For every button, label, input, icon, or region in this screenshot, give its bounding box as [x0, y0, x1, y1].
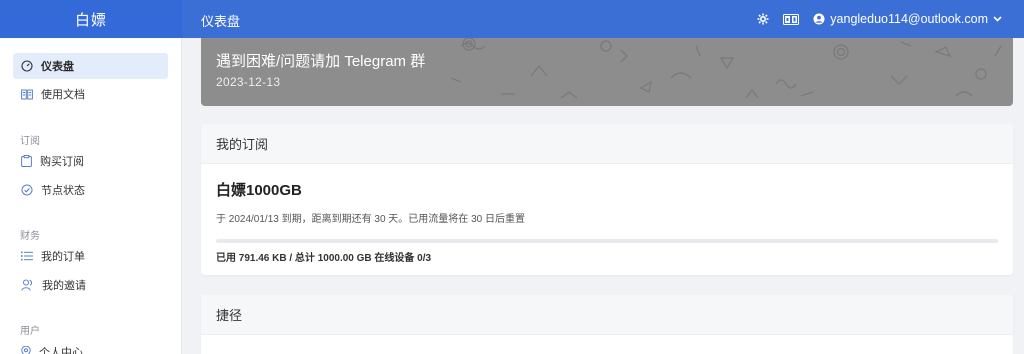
section-user: 用户	[20, 326, 40, 337]
banner-pattern	[450, 38, 1002, 99]
user-email: yangleduo114@outlook.com	[830, 12, 988, 26]
usage-progress-bar	[216, 239, 998, 243]
shortcuts-card-header: 捷径	[201, 295, 1013, 335]
sidebar-item-orders[interactable]: 我的订单	[13, 243, 168, 269]
sidebar-item-buy[interactable]: 购买订阅	[13, 148, 168, 174]
clipboard-icon	[21, 155, 32, 167]
gauge-icon	[21, 60, 33, 72]
sidebar: 仪表盘 使用文档 订阅 购买订阅 节点状态 财务 我的订单 我的邀请 用户 个人…	[0, 38, 182, 354]
banner-title: 遇到困难/问题请加 Telegram 群	[216, 53, 426, 70]
top-actions: yangleduo114@outlook.com	[757, 0, 1002, 38]
brand-logo[interactable]: 白嫖	[0, 0, 182, 38]
sidebar-item-node-status[interactable]: 节点状态	[13, 177, 168, 203]
sidebar-item-label: 节点状态	[41, 185, 85, 197]
sidebar-item-dashboard[interactable]: 仪表盘	[13, 53, 168, 79]
announcement-banner[interactable]: 遇到困难/问题请加 Telegram 群 2023-12-13	[201, 38, 1013, 106]
top-bar: 白嫖 仪表盘 yangleduo114@outlook.com	[0, 0, 1024, 38]
sidebar-item-invites[interactable]: 我的邀请	[13, 272, 168, 298]
check-circle-icon	[21, 184, 33, 196]
subscription-card: 我的订阅 白嫖1000GB 于 2024/01/13 到期，距离到期还有 30 …	[201, 124, 1013, 275]
sidebar-item-label: 我的订单	[41, 251, 85, 263]
sidebar-item-label: 个人中心	[39, 347, 83, 354]
book-icon	[21, 89, 33, 99]
plan-name: 白嫖1000GB	[216, 182, 302, 199]
banner-date: 2023-12-13	[216, 75, 281, 89]
usage-text: 已用 791.46 KB / 总计 1000.00 GB 在线设备 0/3	[216, 253, 432, 264]
section-subscribe: 订阅	[20, 136, 40, 147]
plan-description: 于 2024/01/13 到期，距离到期还有 30 天。已用流量将在 30 日后…	[216, 214, 525, 225]
pin-icon	[21, 346, 31, 354]
shortcuts-card: 捷径	[201, 295, 1013, 354]
sidebar-item-label: 使用文档	[41, 89, 85, 101]
sidebar-item-label: 购买订阅	[40, 156, 84, 168]
sidebar-item-label: 仪表盘	[41, 61, 74, 73]
translate-icon[interactable]	[783, 13, 800, 25]
page-title: 仪表盘	[201, 14, 241, 29]
user-menu[interactable]: yangleduo114@outlook.com	[813, 12, 1002, 26]
section-finance: 财务	[20, 231, 40, 242]
chevron-down-icon	[993, 16, 1002, 22]
sidebar-item-docs[interactable]: 使用文档	[13, 81, 168, 107]
user-icon	[813, 13, 825, 25]
people-icon	[21, 279, 33, 291]
sidebar-item-profile[interactable]: 个人中心	[13, 339, 168, 354]
list-icon	[21, 251, 33, 261]
subscription-card-header: 我的订阅	[201, 124, 1013, 164]
gear-icon[interactable]	[757, 13, 769, 25]
sidebar-item-label: 我的邀请	[42, 280, 86, 292]
